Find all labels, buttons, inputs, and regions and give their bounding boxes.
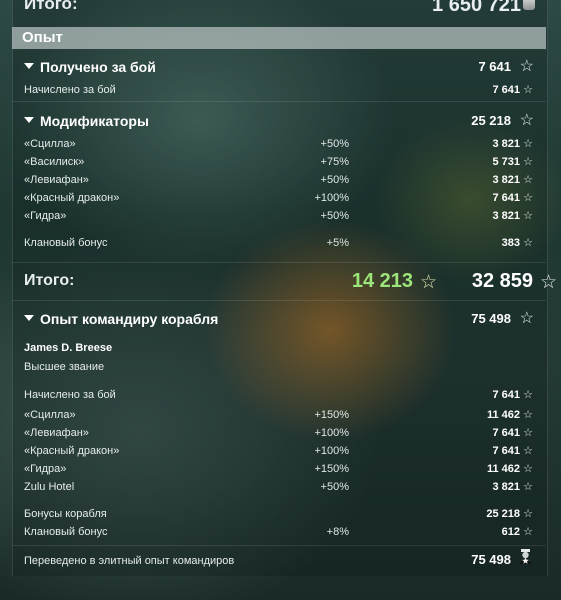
commander-modifier-pct: +100%	[314, 445, 349, 457]
star-icon: ☆	[523, 463, 533, 475]
total-base-value: 14 213	[351, 270, 413, 292]
earned-row-value: 7 641	[492, 84, 520, 96]
commander-modifier-pct: +100%	[314, 427, 349, 439]
modifier-name: «Сцилла»	[24, 138, 76, 150]
star-icon: ☆	[523, 156, 533, 168]
ship-bonus-value: 25 218	[486, 508, 520, 520]
total-full-value: 32 859	[471, 270, 533, 292]
star-icon: ☆	[523, 174, 533, 186]
star-icon: ☆	[419, 272, 437, 293]
star-icon: ☆	[523, 192, 533, 204]
earned-total: 7 641	[478, 59, 511, 74]
modifier-name: «Левиафан»	[24, 174, 89, 186]
commander-modifier-value: 7 641	[492, 427, 520, 439]
earned-section-title: Получено за бой	[40, 59, 156, 75]
star-icon: ☆	[523, 138, 533, 150]
star-icon: ☆	[523, 427, 533, 439]
modifiers-section-header[interactable]: Модификаторы	[24, 113, 149, 129]
divider	[12, 300, 546, 301]
modifier-clan-label: Клановый бонус	[24, 237, 108, 249]
commander-modifier-pct: +50%	[320, 481, 349, 493]
divider	[12, 262, 546, 263]
divider	[12, 101, 546, 102]
star-icon: ☆	[523, 84, 533, 96]
modifier-value: 3 821	[492, 174, 520, 186]
commander-modifier-name: «Красный дракон»	[24, 445, 120, 457]
commander-modifier-value: 3 821	[492, 481, 520, 493]
star-icon: ☆	[523, 409, 533, 421]
commander-modifier-pct: +150%	[314, 463, 349, 475]
earned-section-header[interactable]: Получено за бой	[24, 59, 156, 75]
chevron-down-icon	[24, 63, 34, 70]
chevron-down-icon	[24, 117, 34, 124]
commander-clan-value: 612	[501, 526, 520, 538]
commander-section-header[interactable]: Опыт командиру корабля	[24, 311, 218, 327]
commander-total: 75 498	[471, 311, 511, 326]
divider	[12, 545, 546, 546]
star-icon: ☆	[523, 445, 533, 457]
commander-modifier-name: «Левиафан»	[24, 427, 89, 439]
modifiers-section-title: Модификаторы	[40, 113, 149, 129]
total-label: Итого:	[24, 272, 75, 289]
star-icon: ☆	[523, 526, 533, 538]
earned-row-label: Начислено за бой	[24, 84, 116, 96]
commander-modifier-name: «Гидра»	[24, 463, 67, 475]
modifier-name: «Красный дракон»	[24, 192, 120, 204]
star-icon: ☆	[519, 112, 534, 129]
modifier-pct: +100%	[314, 192, 349, 204]
commander-modifier-value: 7 641	[492, 445, 520, 457]
commander-modifier-name: Zulu Hotel	[24, 481, 75, 493]
ship-bonus-label: Бонусы корабля	[24, 508, 107, 520]
commander-modifier-value: 11 462	[486, 463, 520, 475]
modifier-pct: +50%	[320, 138, 349, 150]
modifier-pct: +75%	[320, 156, 349, 168]
modifier-clan-value: 383	[501, 237, 520, 249]
credits-icon	[523, 0, 535, 10]
commander-clan-label: Клановый бонус	[24, 526, 108, 538]
modifier-pct: +50%	[320, 174, 349, 186]
commander-earned-value: 7 641	[492, 389, 520, 401]
elite-xp-value: 75 498	[471, 552, 511, 567]
star-icon: ☆	[523, 508, 533, 520]
star-icon: ☆	[523, 389, 533, 401]
experience-band-label: Опыт	[22, 29, 63, 46]
modifier-clan-pct: +5%	[326, 237, 349, 249]
commander-earned-label: Начислено за бой	[24, 389, 116, 401]
star-icon: ☆	[519, 58, 534, 75]
chevron-down-icon	[24, 315, 34, 322]
star-icon: ☆	[539, 272, 557, 293]
modifier-value: 3 821	[492, 210, 520, 222]
commander-clan-pct: +8%	[326, 526, 349, 538]
modifier-pct: +50%	[320, 210, 349, 222]
commander-name: James D. Breese	[24, 342, 113, 354]
modifiers-total: 25 218	[471, 113, 511, 128]
star-icon: ☆	[519, 310, 534, 327]
top-total-value: 1 650 721	[432, 0, 521, 16]
modifier-name: «Василиск»	[24, 156, 85, 168]
commander-modifier-value: 11 462	[486, 409, 520, 421]
modifier-value: 3 821	[492, 138, 520, 150]
experience-band: Опыт	[12, 27, 546, 49]
star-icon: ☆	[523, 237, 533, 249]
commander-section-title: Опыт командиру корабля	[40, 311, 219, 327]
top-total-label: Итого:	[24, 0, 78, 13]
commander-modifier-name: «Сцилла»	[24, 409, 76, 421]
commander-rank: Высшее звание	[24, 361, 105, 373]
commander-icon	[519, 549, 532, 564]
modifier-value: 7 641	[492, 192, 520, 204]
star-icon: ☆	[523, 210, 533, 222]
modifier-value: 5 731	[492, 156, 520, 168]
commander-modifier-pct: +150%	[314, 409, 349, 421]
elite-xp-label: Переведено в элитный опыт командиров	[24, 555, 235, 567]
modifier-name: «Гидра»	[24, 210, 67, 222]
star-icon: ☆	[523, 481, 533, 493]
